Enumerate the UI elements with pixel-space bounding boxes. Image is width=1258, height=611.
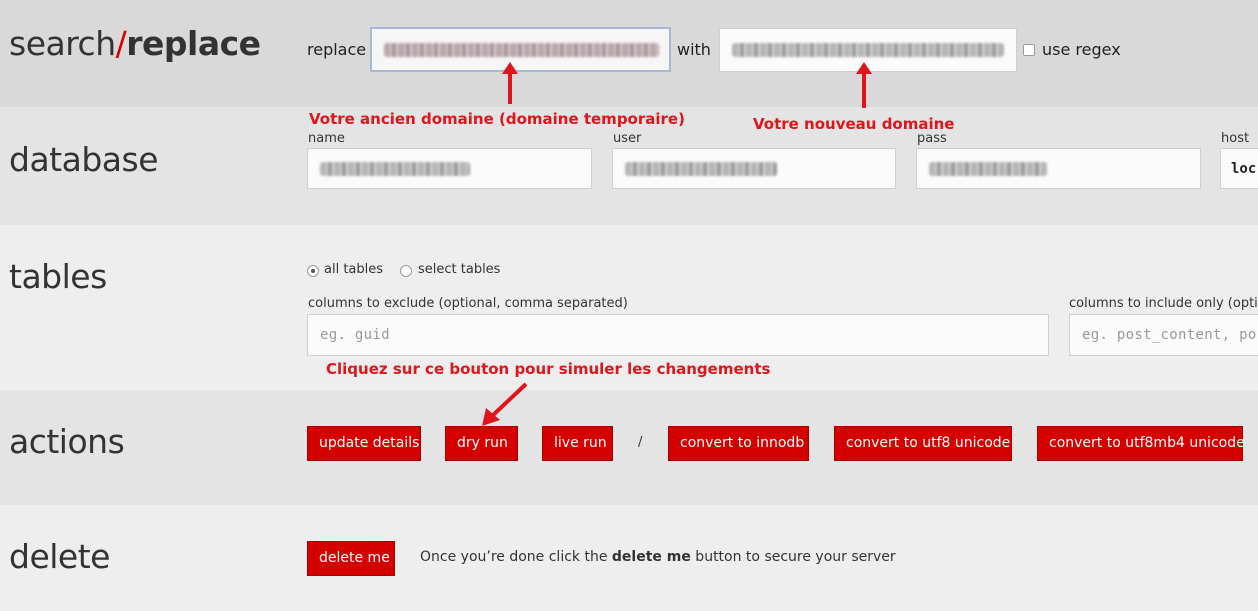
- db-user-value-blurred: [625, 162, 777, 176]
- brand-slash: /: [115, 24, 127, 63]
- delete-instructions: Once you’re done click the delete me but…: [420, 549, 896, 565]
- columns-exclude-label: columns to exclude (optional, comma sepa…: [308, 296, 628, 311]
- delete-instructions-bold: delete me: [611, 549, 691, 565]
- columns-include-placeholder: eg. post_content, po: [1082, 327, 1257, 343]
- replace-label: replace: [307, 40, 367, 59]
- all-tables-label: all tables: [324, 262, 384, 277]
- live-run-button[interactable]: live run: [542, 426, 613, 461]
- columns-include-label: columns to include only (opti: [1069, 296, 1258, 311]
- brand-part-replace: replace: [126, 24, 261, 63]
- page-title: search/replace: [9, 24, 261, 63]
- dry-run-button[interactable]: dry run: [445, 426, 518, 461]
- db-name-value-blurred: [320, 162, 470, 176]
- update-details-button[interactable]: update details: [307, 426, 421, 461]
- actions-separator: /: [638, 435, 643, 450]
- db-host-input[interactable]: loc: [1220, 148, 1258, 189]
- database-title: database: [9, 140, 159, 179]
- convert-utf8mb4-button[interactable]: convert to utf8mb4 unicode: [1037, 426, 1245, 461]
- tables-title: tables: [9, 257, 107, 296]
- with-value-blurred: [732, 43, 1004, 57]
- actions-title: actions: [9, 422, 125, 461]
- select-tables-label: select tables: [418, 262, 501, 277]
- dry-run-annotation: Cliquez sur ce bouton pour simuler les c…: [326, 360, 771, 378]
- convert-innodb-button[interactable]: convert to innodb: [668, 426, 809, 461]
- columns-include-input[interactable]: eg. post_content, po: [1069, 314, 1258, 356]
- db-pass-value-blurred: [929, 162, 1047, 176]
- db-user-input[interactable]: [612, 148, 896, 189]
- columns-exclude-placeholder: eg. guid: [320, 327, 390, 343]
- replace-value-blurred: [384, 43, 659, 57]
- delete-instructions-after: button to secure your server: [690, 549, 896, 565]
- use-regex-label: use regex: [1042, 40, 1121, 59]
- old-domain-annotation: Votre ancien domaine (domaine temporaire…: [309, 110, 685, 128]
- db-host-label: host: [1221, 131, 1250, 146]
- db-name-label: name: [308, 131, 345, 146]
- db-pass-label: pass: [917, 131, 947, 146]
- db-user-label: user: [613, 131, 642, 146]
- diagonal-arrow-icon: [482, 382, 528, 426]
- db-pass-input[interactable]: [916, 148, 1201, 189]
- delete-title: delete: [9, 537, 110, 576]
- replace-input[interactable]: [370, 27, 671, 72]
- use-regex-checkbox[interactable]: [1023, 44, 1035, 56]
- columns-exclude-input[interactable]: eg. guid: [307, 314, 1049, 356]
- up-arrow-icon: [856, 62, 872, 108]
- db-host-value: loc: [1231, 161, 1257, 177]
- brand-part-search: search: [9, 24, 116, 63]
- delete-me-button[interactable]: delete me: [307, 541, 395, 576]
- up-arrow-icon: [502, 62, 518, 104]
- db-name-input[interactable]: [307, 148, 592, 189]
- all-tables-radio[interactable]: [307, 265, 319, 277]
- select-tables-radio[interactable]: [400, 265, 412, 277]
- delete-instructions-before: Once you’re done click the: [420, 549, 612, 565]
- convert-utf8-button[interactable]: convert to utf8 unicode: [834, 426, 1012, 461]
- with-label: with: [677, 40, 711, 59]
